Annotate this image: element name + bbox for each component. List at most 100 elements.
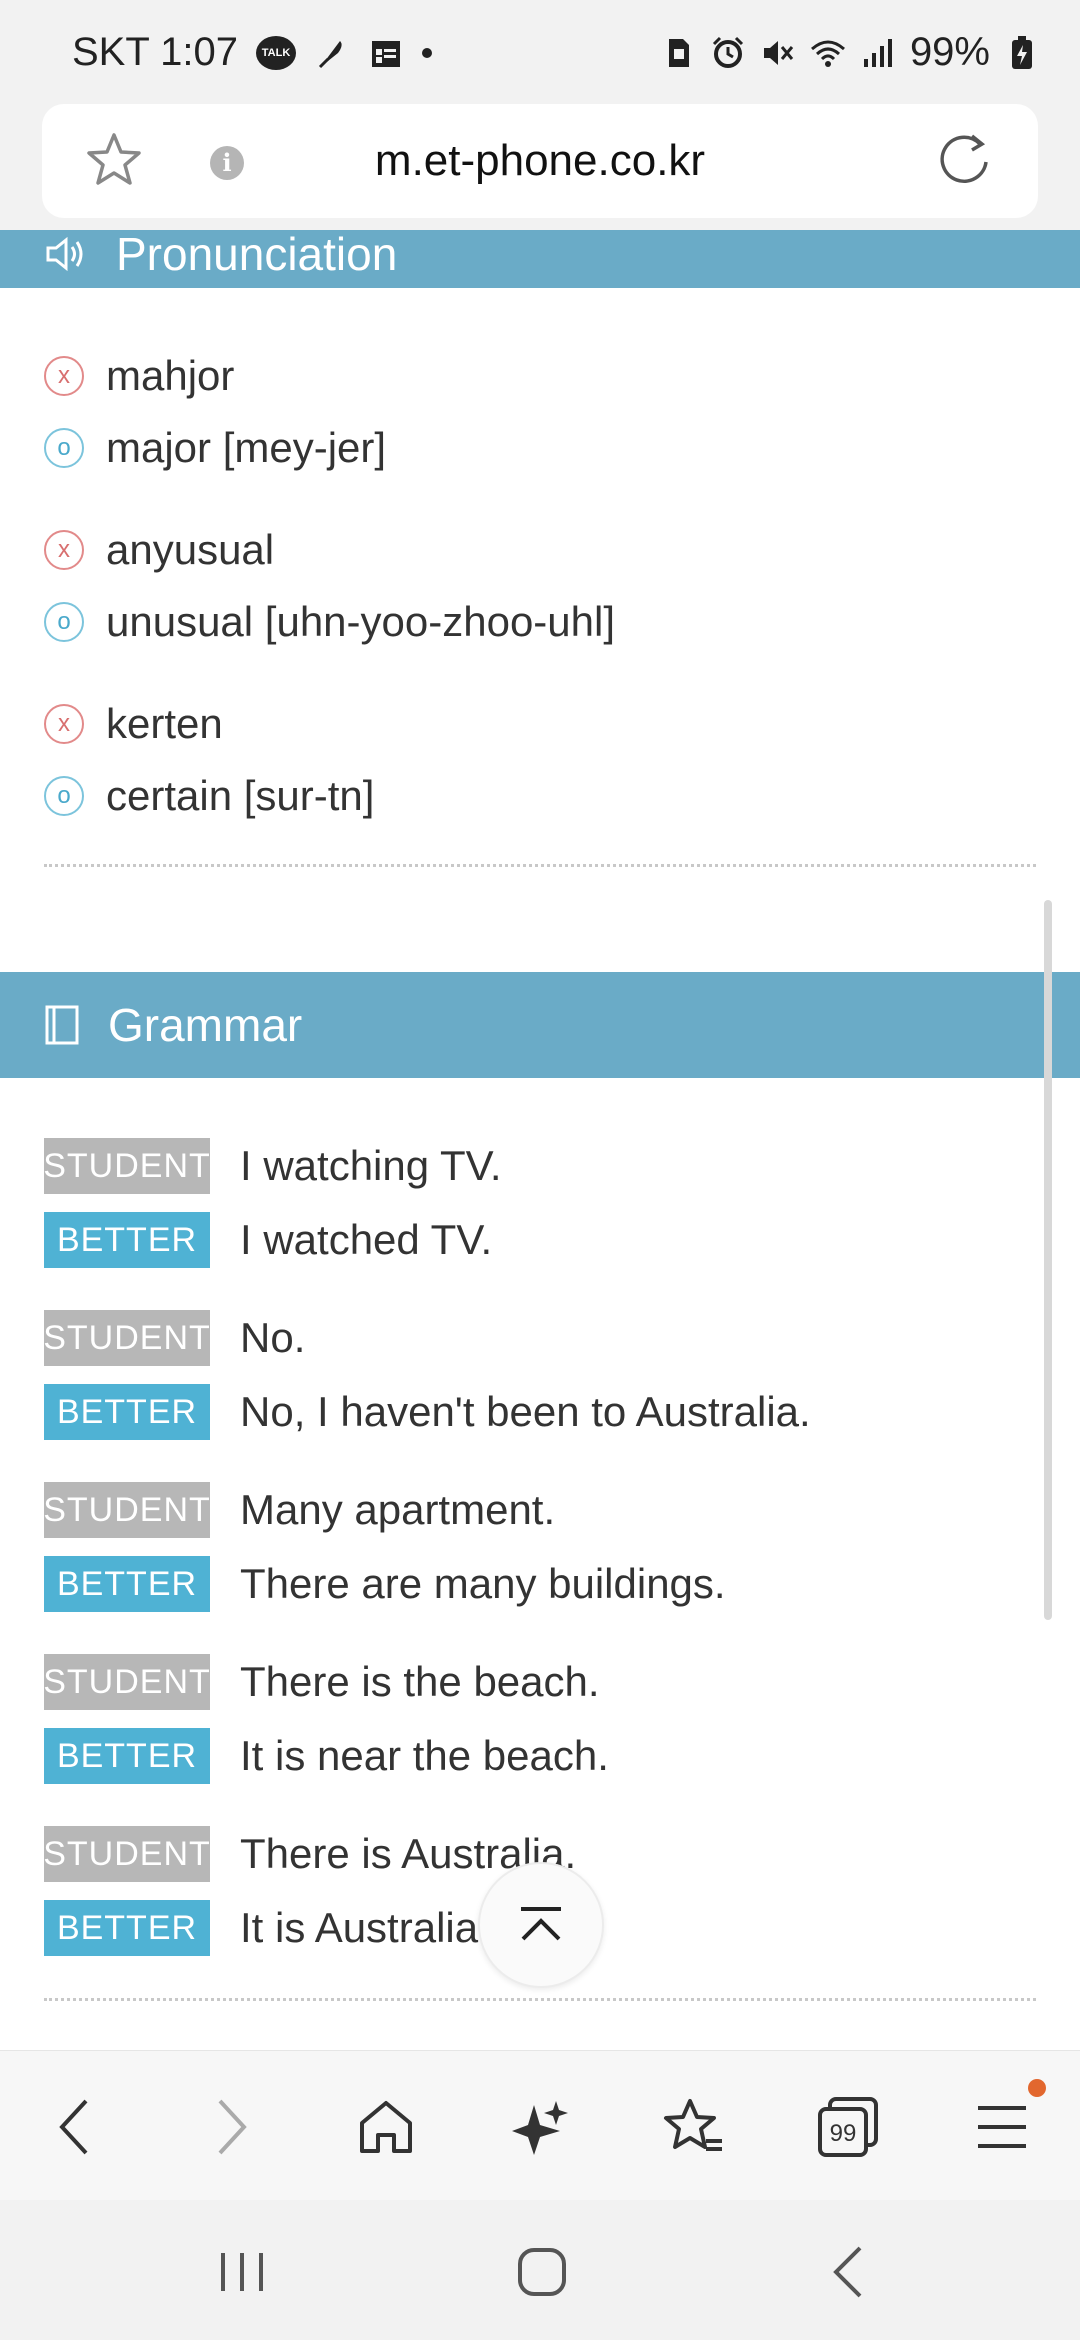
tabs-count: 99 xyxy=(830,2120,857,2147)
grammar-student-row: STUDENT There is Australia. xyxy=(43,1826,576,1882)
better-tag: BETTER xyxy=(44,1900,210,1956)
pron-wrong-row: x kerten xyxy=(44,700,223,748)
student-sentence: There is the beach. xyxy=(240,1658,600,1705)
reload-icon[interactable] xyxy=(932,128,996,192)
section-divider xyxy=(44,1998,1036,2001)
notification-dot xyxy=(1028,2079,1046,2097)
grammar-student-row: STUDENT There is the beach. xyxy=(43,1654,600,1710)
grammar-header: Grammar xyxy=(0,972,1080,1078)
better-tag: BETTER xyxy=(44,1212,210,1268)
feather-icon xyxy=(318,40,342,68)
grammar-title: Grammar xyxy=(108,999,303,1051)
mute-icon xyxy=(763,40,794,65)
pron-wrong-row: x anyusual xyxy=(44,526,274,574)
url-area: i m.et-phone.co.kr xyxy=(0,100,1080,230)
system-back-button[interactable] xyxy=(816,2240,880,2304)
pron-right-row: o unusual [uhn-yoo-zhoo-uhl] xyxy=(44,598,615,646)
better-tag: BETTER xyxy=(44,1728,210,1784)
wrong-mark-icon: x xyxy=(44,704,84,744)
grammar-student-row: STUDENT I watching TV. xyxy=(43,1138,502,1194)
better-sentence: I watched TV. xyxy=(240,1216,493,1263)
pron-right-row: o major [mey-jer] xyxy=(44,424,386,472)
system-home-button[interactable] xyxy=(510,2240,574,2304)
wrong-mark-icon: x xyxy=(44,356,84,396)
pron-wrong-text: kerten xyxy=(106,700,223,747)
grammar-better-row: BETTER It is Australia. xyxy=(44,1900,490,1956)
talk-badge-text: TALK xyxy=(261,46,291,59)
page-content[interactable]: Pronunciation x mahjor o major [mey-jer]… xyxy=(0,230,1080,2050)
menu-icon xyxy=(978,2106,1026,2148)
pron-right-text: major [mey-jer] xyxy=(106,424,387,471)
wrong-mark-icon: x xyxy=(44,530,84,570)
student-sentence: No. xyxy=(240,1314,306,1361)
book-icon xyxy=(45,1005,79,1045)
grammar-better-row: BETTER No, I haven't been to Australia. xyxy=(44,1384,811,1440)
tabs-button[interactable]: 99 xyxy=(812,2091,884,2163)
section-divider xyxy=(44,864,1036,867)
home-icon xyxy=(360,2101,412,2153)
student-sentence: I watching TV. xyxy=(240,1142,502,1189)
student-tag: STUDENT xyxy=(43,1654,210,1710)
tabs-icon: 99 xyxy=(818,2097,878,2157)
student-tag: STUDENT xyxy=(43,1138,210,1194)
right-mark-icon: o xyxy=(44,602,84,642)
forward-button[interactable] xyxy=(196,2091,268,2163)
browser-toolbar: 99 xyxy=(0,2050,1080,2200)
grammar-better-row: BETTER I watched TV. xyxy=(44,1212,492,1268)
bookmarks-icon xyxy=(664,2099,722,2151)
student-tag: STUDENT xyxy=(43,1310,210,1366)
pron-right-row: o certain [sur-tn] xyxy=(44,772,374,820)
right-mark-icon: o xyxy=(44,428,84,468)
grammar-better-row: BETTER There are many buildings. xyxy=(44,1556,726,1612)
bookmarks-button[interactable] xyxy=(658,2091,730,2163)
recents-button[interactable] xyxy=(210,2240,274,2304)
status-right: 99% xyxy=(660,30,1040,75)
better-sentence: There are many buildings. xyxy=(240,1560,726,1607)
dot-icon xyxy=(422,47,433,58)
battery-percent: 99% xyxy=(909,30,990,74)
pron-right-text: unusual [uhn-yoo-zhoo-uhl] xyxy=(106,598,616,645)
status-bar: SKT 1:07 TALK 99% xyxy=(0,0,1080,100)
pron-right-text: certain [sur-tn] xyxy=(106,772,375,819)
signal-icon xyxy=(863,38,892,67)
right-mark-icon: o xyxy=(44,776,84,816)
back-button[interactable] xyxy=(38,2091,110,2163)
home-button[interactable] xyxy=(350,2091,422,2163)
better-sentence: It is Australia. xyxy=(240,1904,490,1951)
nav-back-icon xyxy=(833,2246,862,2298)
home-circle-icon xyxy=(518,2248,566,2296)
student-sentence: Many apartment. xyxy=(240,1486,556,1533)
pron-wrong-text: anyusual xyxy=(106,526,275,573)
better-sentence: No, I haven't been to Australia. xyxy=(240,1388,811,1435)
url-text[interactable]: m.et-phone.co.kr xyxy=(42,136,1038,186)
wifi-icon xyxy=(810,40,845,67)
forward-icon xyxy=(218,2099,247,2155)
grammar-student-row: STUDENT Many apartment. xyxy=(43,1482,556,1538)
carrier-time: SKT 1:07 xyxy=(72,30,239,74)
recents-icon xyxy=(221,2253,263,2291)
pron-wrong-row: x mahjor xyxy=(44,352,234,400)
chevron-up-icon xyxy=(521,1907,561,1941)
page-scrollbar[interactable] xyxy=(1044,900,1052,1620)
kakaotalk-icon: TALK xyxy=(256,35,297,70)
back-icon xyxy=(59,2099,88,2155)
grammar-better-row: BETTER It is near the beach. xyxy=(44,1728,609,1784)
grammar-student-row: STUDENT No. xyxy=(43,1310,306,1366)
pron-wrong-text: mahjor xyxy=(106,352,235,399)
alarm-icon xyxy=(712,36,743,68)
menu-button[interactable] xyxy=(966,2079,1046,2163)
pronunciation-header: Pronunciation xyxy=(0,230,1080,288)
calendar-icon xyxy=(372,40,401,67)
address-bar[interactable]: i m.et-phone.co.kr xyxy=(42,104,1038,218)
sd-card-icon xyxy=(668,38,689,67)
system-nav-bar xyxy=(0,2200,1080,2340)
status-left: SKT 1:07 TALK xyxy=(72,30,433,75)
sparkle-icon xyxy=(512,2101,568,2155)
better-sentence: It is near the beach. xyxy=(240,1732,609,1779)
better-tag: BETTER xyxy=(44,1384,210,1440)
scroll-to-top-button[interactable] xyxy=(478,1862,604,1988)
student-tag: STUDENT xyxy=(43,1826,210,1882)
pronunciation-title: Pronunciation xyxy=(116,230,398,280)
ai-sparkle-button[interactable] xyxy=(504,2091,576,2163)
better-tag: BETTER xyxy=(44,1556,210,1612)
